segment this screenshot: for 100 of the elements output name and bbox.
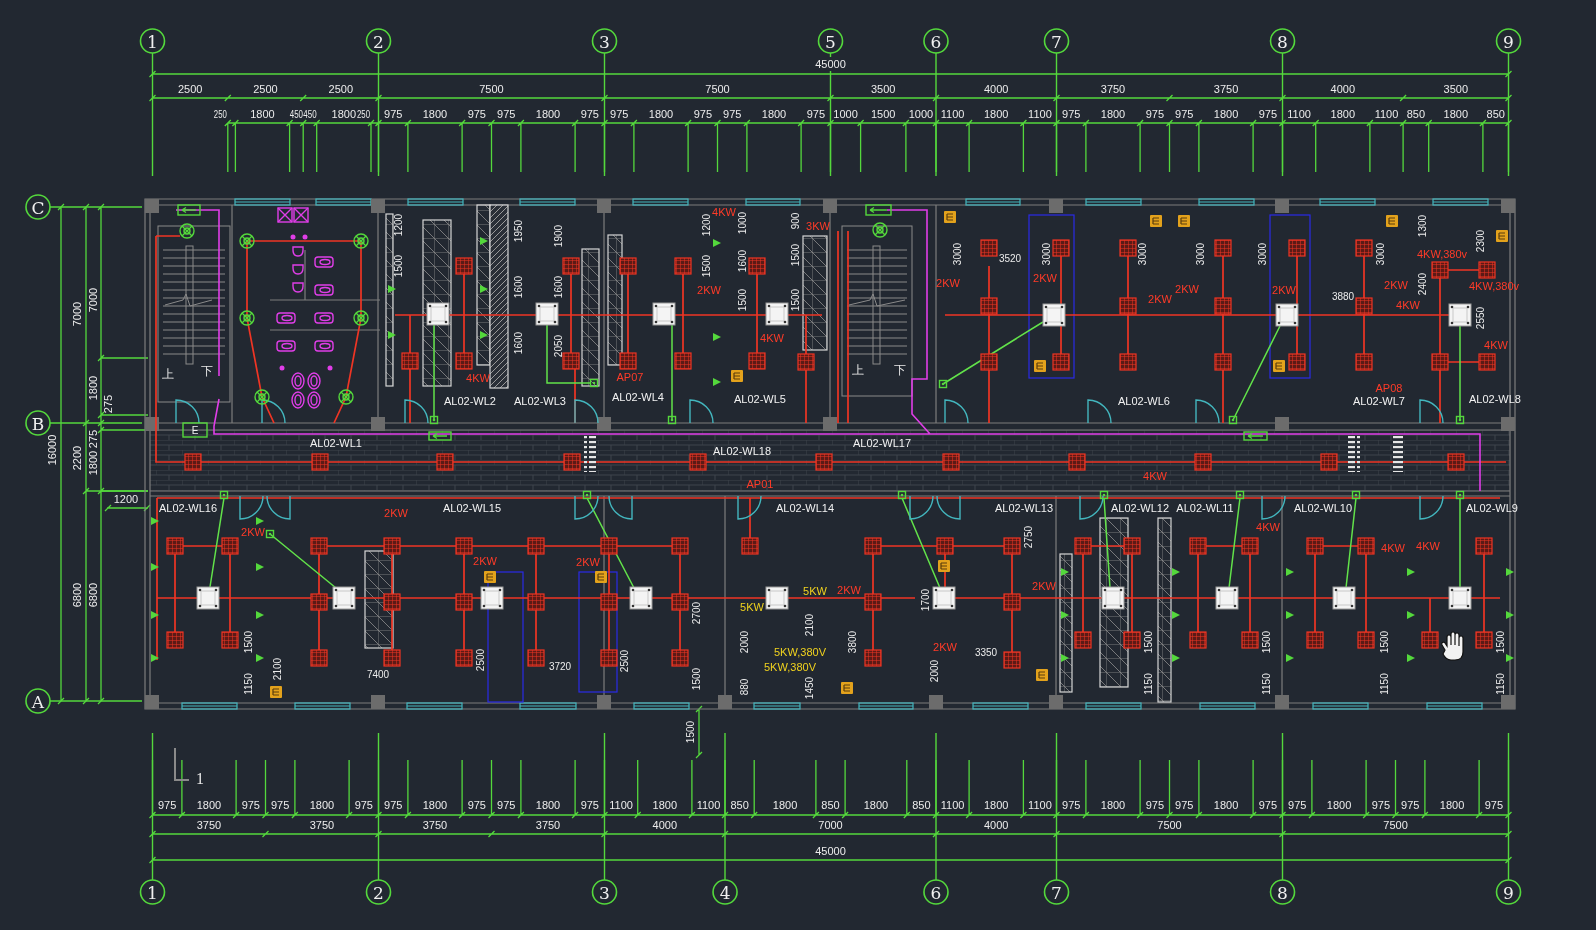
square-panel-icon <box>652 302 676 326</box>
plan-dimension-text: 1600 <box>736 249 748 273</box>
grid-square-icon <box>1306 631 1324 649</box>
panel-label: AP07 <box>616 371 644 383</box>
dimension-text: 975 <box>580 799 599 811</box>
double-oval-icon <box>291 372 305 390</box>
grid-square-icon <box>1357 537 1375 555</box>
dimension-text: 975 <box>1288 799 1307 811</box>
dimension-text: 7500 <box>1383 819 1408 831</box>
load-label: 4KW <box>1484 339 1508 351</box>
plan-dimension-text: 1700 <box>919 588 931 612</box>
dimension-text: 1800 <box>535 108 561 120</box>
exit-sign: E <box>182 422 208 438</box>
triangle-icon <box>713 333 721 341</box>
double-oval-icon <box>291 391 305 409</box>
crossed-circle-icon <box>353 310 369 326</box>
column-icon <box>718 695 732 709</box>
triangle-icon <box>1506 568 1514 576</box>
u-shape-icon <box>292 282 304 293</box>
dimension-text: 975 <box>1258 799 1277 811</box>
dimension-text: 975 <box>1145 108 1164 120</box>
dimension-text: 1800 <box>1443 108 1469 120</box>
grid-square-icon <box>674 257 692 275</box>
load-label: 2KW <box>1272 284 1296 296</box>
load-label: 2KW <box>241 526 265 538</box>
plan-dimension-text: 1200 <box>700 213 712 237</box>
toilet-icon <box>276 340 296 352</box>
symbol-box-icon <box>938 560 950 572</box>
grid-square-icon <box>748 257 766 275</box>
grid-square-icon <box>797 353 815 371</box>
plan-dimension-text: 1500 <box>1142 630 1154 654</box>
square-dot-icon <box>897 490 907 500</box>
dimension-text: 6800 <box>87 582 99 608</box>
symbol-box-icon <box>1178 215 1190 227</box>
door-swing-icon <box>1195 399 1220 424</box>
circuit-label: AL02-WL9 <box>1466 502 1518 514</box>
square-dot-icon <box>1228 415 1238 425</box>
crossed-circle-icon <box>254 389 270 405</box>
plan-dimension-text: 3000 <box>1194 242 1206 266</box>
plan-dimension-text: 1150 <box>1260 673 1272 695</box>
dimension-text: 7500 <box>705 83 730 95</box>
dimension-text: 3750 <box>535 819 561 831</box>
column-icon <box>145 695 159 709</box>
grid-square-icon <box>527 593 545 611</box>
symbol-box-icon <box>1273 360 1285 372</box>
column-icon <box>145 199 159 213</box>
grid-square-icon <box>563 453 581 471</box>
arrow-sign-icon <box>865 204 892 216</box>
window-icon <box>965 198 1021 206</box>
load-label: 2KW <box>1175 283 1199 295</box>
dimension-text: 975 <box>1062 799 1081 811</box>
plan-dimension-text: 3000 <box>1040 242 1052 266</box>
square-panel-icon <box>1448 586 1472 610</box>
arrow-sign-icon <box>177 204 201 216</box>
square-panel-icon <box>765 586 789 610</box>
door-swing-icon <box>909 495 934 520</box>
grid-square-icon <box>527 537 545 555</box>
plan-dimension-text: 2750 <box>1022 525 1034 549</box>
dimension-text: 975 <box>241 799 260 811</box>
door-swing-icon <box>1419 399 1444 424</box>
grid-square-icon <box>671 593 689 611</box>
triangle-icon <box>1172 568 1180 576</box>
dimension-text: 1800 <box>535 799 561 811</box>
symbol-box-icon <box>1034 360 1046 372</box>
symbol-box-icon <box>1386 215 1398 227</box>
window-icon <box>633 702 690 710</box>
axis-bubble: 5 <box>817 28 844 54</box>
axis-bubble: 6 <box>923 28 949 54</box>
grid-square-icon <box>1214 297 1232 315</box>
load-label: 4KW <box>760 332 784 344</box>
dimension-text: 1800 <box>422 799 448 811</box>
grid-square-icon <box>864 537 882 555</box>
square-panel-icon <box>480 586 504 610</box>
grid-square-icon <box>1189 631 1207 649</box>
dimension-text: 1800 <box>1330 108 1356 120</box>
dimension-text: 16000 <box>46 434 58 466</box>
plan-dimension-text: 1150 <box>1494 673 1506 695</box>
window-icon <box>406 702 463 710</box>
grid-square-icon <box>980 239 998 257</box>
window-icon <box>753 702 801 710</box>
axis-bubble: 1 <box>139 28 166 54</box>
square-dot-icon <box>265 529 275 539</box>
window-icon <box>1198 198 1255 206</box>
triangle-icon <box>713 239 721 247</box>
grid-square-icon <box>600 649 618 667</box>
dimension-text: 975 <box>1175 108 1194 120</box>
plan-dimension-text: 1500 <box>684 720 696 744</box>
grid-square-icon <box>562 257 580 275</box>
grid-square-icon <box>1119 297 1137 315</box>
square-dot-icon <box>938 379 948 389</box>
square-panel-icon <box>1215 586 1239 610</box>
plan-dimension-text: 7400 <box>366 668 390 680</box>
grid-square-icon <box>221 537 239 555</box>
grid-square-icon <box>1241 631 1259 649</box>
plan-dimension-text: 1150 <box>242 673 254 695</box>
plan-dimension-text: 2500 <box>618 649 630 673</box>
dimension-text: 975 <box>723 108 742 120</box>
plan-dimension-text: 1500 <box>700 254 712 278</box>
dimension-text: 975 <box>384 108 403 120</box>
dimension-text: 3750 <box>309 819 335 831</box>
